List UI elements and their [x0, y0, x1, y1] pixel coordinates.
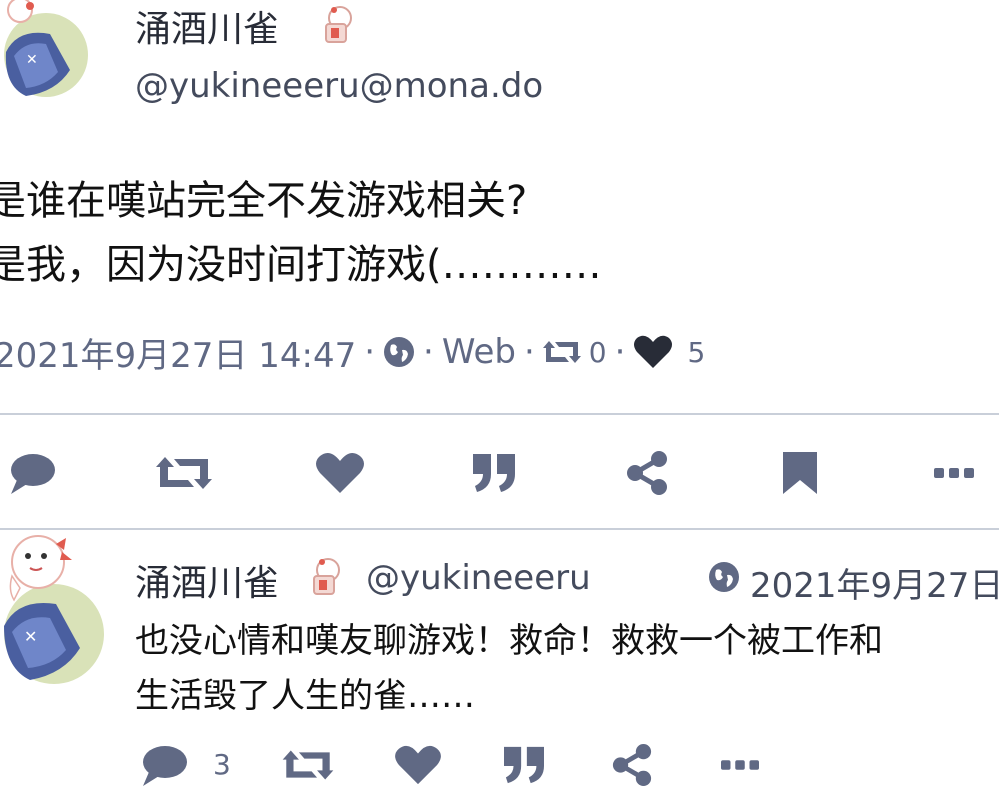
svg-text:✕: ✕ — [26, 52, 38, 68]
more-button[interactable] — [712, 740, 768, 790]
divider — [0, 413, 999, 415]
reply-button[interactable] — [136, 740, 192, 790]
quote-button[interactable] — [496, 740, 552, 790]
application-name[interactable]: Web — [442, 332, 516, 372]
quote-icon — [502, 745, 546, 785]
status-content-line: 是我，因为没时间打游戏(………… — [0, 242, 602, 288]
avatar[interactable]: ✕ — [0, 0, 92, 100]
boost-button[interactable] — [280, 740, 336, 790]
boost-icon — [282, 746, 334, 784]
quote-button[interactable] — [462, 446, 526, 500]
favourite-button[interactable] — [308, 446, 372, 500]
bookmark-icon — [783, 452, 817, 494]
timestamp[interactable]: 2021年9月27日 — [750, 558, 999, 607]
reply-button[interactable] — [0, 446, 64, 500]
share-icon — [611, 744, 653, 786]
reply-count: 3 — [213, 748, 231, 781]
favourite-icon — [315, 451, 365, 495]
boost-icon[interactable] — [542, 337, 581, 367]
share-button[interactable] — [604, 740, 660, 790]
divider — [0, 528, 999, 530]
share-button[interactable] — [615, 446, 679, 500]
boost-button[interactable] — [152, 446, 216, 500]
favourite-button[interactable] — [390, 740, 446, 790]
more-icon — [934, 467, 974, 479]
svg-text:✕: ✕ — [24, 627, 37, 646]
custom-emoji-icon — [318, 4, 360, 46]
globe-icon — [708, 561, 740, 593]
separator: · — [523, 332, 535, 372]
share-icon — [625, 451, 669, 495]
favourite-icon[interactable] — [633, 334, 673, 370]
custom-emoji-icon — [306, 556, 348, 598]
more-icon — [721, 759, 759, 771]
account-handle[interactable]: @yukineeeru@mona.do — [135, 66, 543, 106]
favourite-icon — [394, 744, 442, 786]
more-button[interactable] — [922, 446, 986, 500]
status-meta: 2021年9月27日 14:47 · · Web · 0 · 5 — [0, 328, 706, 377]
timestamp[interactable]: 2021年9月27日 14:47 — [0, 328, 356, 377]
separator: · — [614, 332, 626, 372]
display-name[interactable]: 涌酒川雀 — [135, 0, 279, 52]
reply-icon — [7, 450, 57, 496]
quote-icon — [471, 452, 517, 494]
status-content-line: 也没心情和嘆友聊游戏！救命！救救一个被工作和 — [135, 621, 883, 661]
boost-icon — [156, 452, 212, 494]
avatar[interactable]: ✕ — [0, 530, 108, 686]
account-handle[interactable]: @yukineeeru — [366, 558, 591, 598]
separator: · — [423, 332, 434, 372]
favourite-count: 5 — [687, 335, 706, 369]
separator: · — [364, 332, 376, 372]
bookmark-button[interactable] — [768, 446, 832, 500]
status-content-line: 生活毁了人生的雀…… — [135, 676, 475, 716]
status-content-line: 是谁在嘆站完全不发游戏相关? — [0, 178, 528, 224]
display-name[interactable]: 涌酒川雀 — [135, 554, 279, 606]
globe-icon — [383, 336, 415, 368]
reply-icon — [139, 742, 189, 788]
reblog-count: 0 — [588, 335, 607, 369]
